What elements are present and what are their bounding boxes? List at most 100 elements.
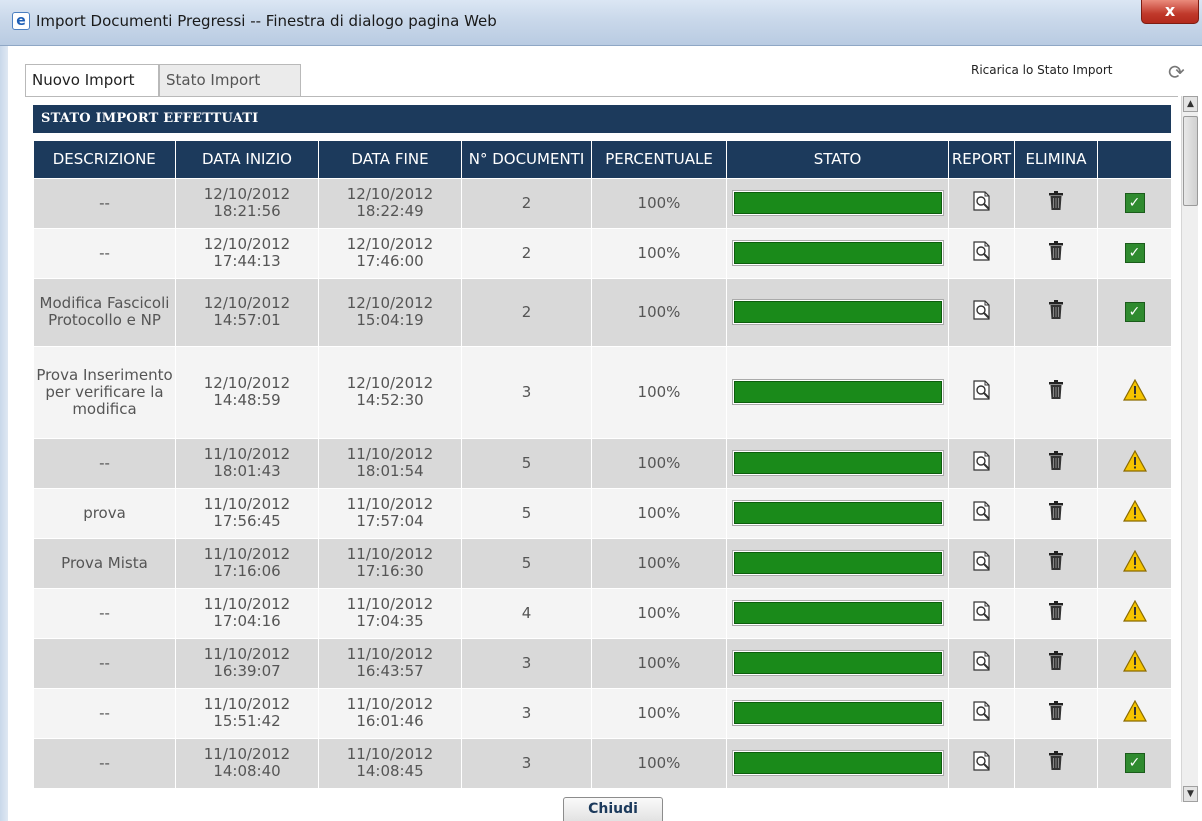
report-icon[interactable]: [971, 240, 993, 262]
end-date: 11/10/2012: [346, 495, 434, 513]
end-time: 14:08:45: [356, 762, 424, 780]
documents-count-cell: 3: [461, 737, 592, 789]
section-title: STATO IMPORT EFFETTUATI: [33, 105, 1171, 133]
trash-icon[interactable]: [1049, 601, 1063, 621]
trash-icon[interactable]: [1049, 451, 1063, 471]
start-date-cell: 11/10/2012 17:16:06: [175, 537, 319, 589]
report-icon[interactable]: [971, 700, 993, 722]
trash-icon[interactable]: [1049, 551, 1063, 571]
start-date-cell: 12/10/2012 14:57:01: [175, 277, 319, 347]
description-cell: --: [33, 227, 176, 279]
start-time: 14:48:59: [213, 391, 281, 409]
percentage-cell: 100%: [591, 537, 727, 589]
progress-bar: [731, 500, 944, 526]
column-header: DESCRIZIONE: [33, 141, 176, 178]
reload-status-link[interactable]: Ricarica lo Stato Import: [971, 63, 1113, 77]
percentage-cell: 100%: [591, 277, 727, 347]
start-date: 11/10/2012: [203, 545, 291, 563]
start-date: 11/10/2012: [203, 595, 291, 613]
report-cell: [948, 537, 1015, 589]
checkmark-icon: ✓: [1124, 243, 1145, 263]
tab-stato-import[interactable]: Stato Import: [159, 64, 301, 96]
end-date: 11/10/2012: [346, 645, 434, 663]
close-dialog-button[interactable]: Chiudi: [563, 797, 663, 821]
percentage-cell: 100%: [591, 177, 727, 229]
trash-icon[interactable]: [1049, 651, 1063, 671]
ie-icon: e: [12, 12, 30, 30]
report-icon[interactable]: [971, 550, 993, 572]
percentage-cell: 100%: [591, 437, 727, 489]
progress-bar: [731, 450, 944, 476]
delete-cell: [1014, 737, 1098, 789]
end-date-cell: 11/10/2012 17:16:30: [318, 537, 462, 589]
trash-icon[interactable]: [1049, 380, 1063, 400]
warning-icon: [1122, 449, 1147, 472]
report-cell: [948, 437, 1015, 489]
description-cell: Modifica Fascicoli Protocollo e NP: [33, 277, 176, 347]
report-icon[interactable]: [971, 600, 993, 622]
window-close-button[interactable]: x: [1141, 0, 1199, 24]
progress-bar: [731, 750, 944, 776]
report-icon[interactable]: [971, 750, 993, 772]
start-date: 11/10/2012: [203, 745, 291, 763]
status-cell: [726, 737, 949, 789]
progress-bar-fill: [733, 552, 942, 574]
start-date: 11/10/2012: [203, 445, 291, 463]
progress-bar-fill: [733, 242, 942, 264]
report-icon[interactable]: [971, 650, 993, 672]
end-date: 12/10/2012: [346, 235, 434, 253]
trash-icon[interactable]: [1049, 191, 1063, 211]
report-cell: [948, 587, 1015, 639]
table-row: prova 11/10/2012 17:56:45 11/10/2012 17:57:0…: [33, 487, 1172, 539]
progress-bar-fill: [733, 192, 942, 214]
end-date-cell: 12/10/2012 17:46:00: [318, 227, 462, 279]
start-date-cell: 11/10/2012 17:56:45: [175, 487, 319, 539]
end-time: 18:22:49: [356, 202, 424, 220]
vertical-scrollbar[interactable]: ▲ ▼: [1181, 96, 1198, 802]
progress-bar-fill: [733, 452, 942, 474]
status-cell: [726, 345, 949, 439]
trash-icon[interactable]: [1049, 701, 1063, 721]
report-icon[interactable]: [971, 190, 993, 212]
scroll-up-arrow-icon[interactable]: ▲: [1183, 96, 1198, 112]
end-date: 11/10/2012: [346, 445, 434, 463]
status-cell: [726, 177, 949, 229]
report-icon[interactable]: [971, 450, 993, 472]
start-time: 17:44:13: [213, 252, 281, 270]
checkmark-icon: ✓: [1124, 753, 1145, 773]
documents-count-cell: 3: [461, 687, 592, 739]
status-cell: [726, 587, 949, 639]
start-date-cell: 11/10/2012 17:04:16: [175, 587, 319, 639]
checkmark-icon: ✓: [1124, 193, 1145, 213]
scroll-down-arrow-icon[interactable]: ▼: [1183, 786, 1198, 802]
end-date: 11/10/2012: [346, 595, 434, 613]
refresh-icon[interactable]: ⟳: [1168, 60, 1185, 84]
delete-cell: [1014, 345, 1098, 439]
trash-icon[interactable]: [1049, 241, 1063, 261]
report-icon[interactable]: [971, 379, 993, 401]
start-date: 11/10/2012: [203, 495, 291, 513]
start-date-cell: 11/10/2012 18:01:43: [175, 437, 319, 489]
scrollbar-thumb[interactable]: [1183, 116, 1198, 206]
end-date-cell: 12/10/2012 15:04:19: [318, 277, 462, 347]
report-icon[interactable]: [971, 299, 993, 321]
delete-cell: [1014, 177, 1098, 229]
progress-bar-fill: [733, 301, 942, 323]
table-header-row: DESCRIZIONE DATA INIZIO DATA FINE N° DOC…: [33, 141, 1172, 178]
warning-icon: [1122, 599, 1147, 622]
documents-count-cell: 3: [461, 345, 592, 439]
trash-icon[interactable]: [1049, 300, 1063, 320]
trash-icon[interactable]: [1049, 751, 1063, 771]
delete-cell: [1014, 227, 1098, 279]
table-row: -- 11/10/2012 15:51:42 11/10/2012 16:01:46 3 1…: [33, 687, 1172, 739]
delete-cell: [1014, 687, 1098, 739]
trash-icon[interactable]: [1049, 501, 1063, 521]
end-date: 11/10/2012: [346, 545, 434, 563]
report-icon[interactable]: [971, 500, 993, 522]
table-row: Prova Mista 11/10/2012 17:16:06 11/10/2012 1…: [33, 537, 1172, 589]
table-row: -- 11/10/2012 14:08:40 11/10/2012 14:08:45 3 1…: [33, 737, 1172, 789]
progress-bar: [731, 700, 944, 726]
start-time: 18:01:43: [213, 462, 281, 480]
tab-nuovo-import[interactable]: Nuovo Import: [25, 64, 159, 96]
delete-cell: [1014, 587, 1098, 639]
